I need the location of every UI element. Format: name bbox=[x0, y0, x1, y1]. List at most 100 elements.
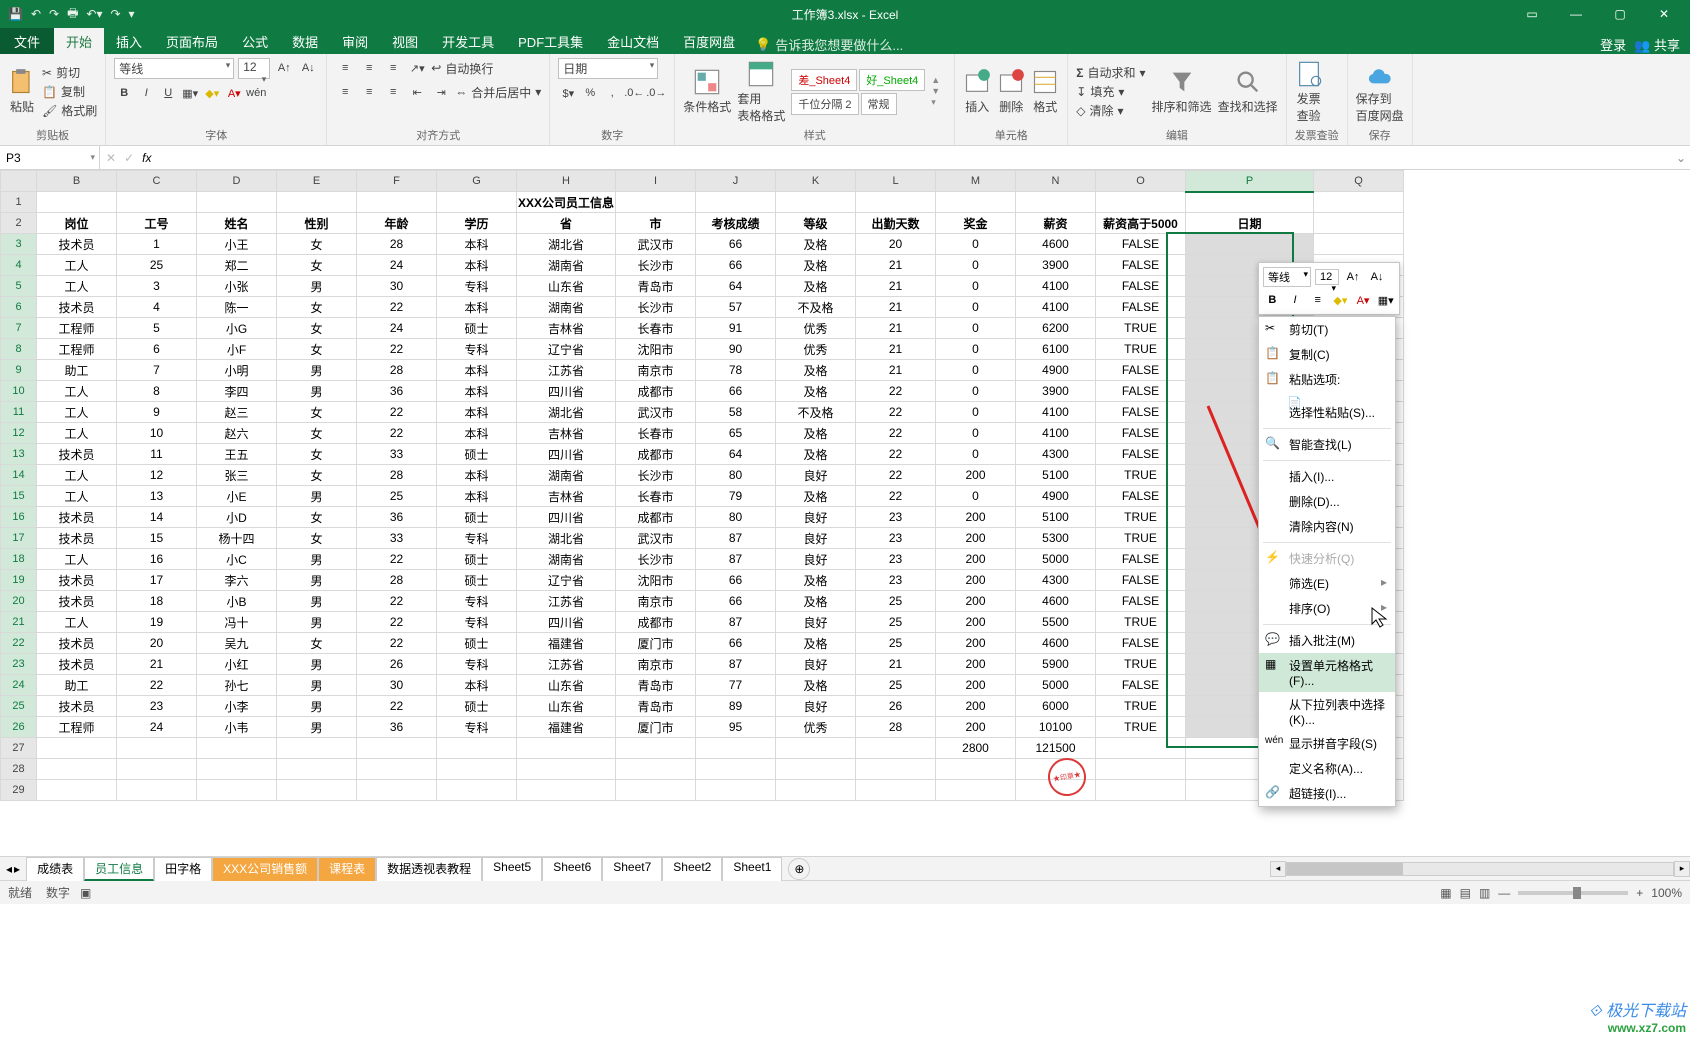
cell-L28[interactable] bbox=[856, 759, 936, 780]
sheet-tab-7[interactable]: Sheet6 bbox=[542, 857, 602, 881]
cell-I25[interactable]: 青岛市 bbox=[616, 696, 696, 717]
cell-J27[interactable] bbox=[696, 738, 776, 759]
cell-O17[interactable]: TRUE bbox=[1096, 528, 1186, 549]
ctx-smart-lookup[interactable]: 🔍智能查找(L) bbox=[1259, 432, 1395, 457]
cell-C28[interactable] bbox=[117, 759, 197, 780]
cell-M28[interactable] bbox=[936, 759, 1016, 780]
cell-L21[interactable]: 25 bbox=[856, 612, 936, 633]
ctx-clear[interactable]: 清除内容(N) bbox=[1259, 514, 1395, 539]
cell-Q3[interactable] bbox=[1314, 234, 1404, 255]
cell-E4[interactable]: 女 bbox=[277, 255, 357, 276]
ctx-cut[interactable]: ✂剪切(T) bbox=[1259, 317, 1395, 342]
cell-O12[interactable]: FALSE bbox=[1096, 423, 1186, 444]
cell-E24[interactable]: 男 bbox=[277, 675, 357, 696]
cell-M23[interactable]: 200 bbox=[936, 654, 1016, 675]
sheet-tab-3[interactable]: XXX公司销售额 bbox=[212, 857, 318, 881]
cell-J5[interactable]: 64 bbox=[696, 276, 776, 297]
cell-B19[interactable]: 技术员 bbox=[37, 570, 117, 591]
cell-E20[interactable]: 男 bbox=[277, 591, 357, 612]
cell-E2[interactable]: 性别 bbox=[277, 213, 357, 234]
cell-E12[interactable]: 女 bbox=[277, 423, 357, 444]
cell-G8[interactable]: 专科 bbox=[437, 339, 517, 360]
cell-G9[interactable]: 本科 bbox=[437, 360, 517, 381]
cell-L10[interactable]: 22 bbox=[856, 381, 936, 402]
cell-O22[interactable]: FALSE bbox=[1096, 633, 1186, 654]
row-header-23[interactable]: 23 bbox=[1, 654, 37, 675]
cell-E11[interactable]: 女 bbox=[277, 402, 357, 423]
cell-L15[interactable]: 22 bbox=[856, 486, 936, 507]
cell-G13[interactable]: 硕士 bbox=[437, 444, 517, 465]
cell-B26[interactable]: 工程师 bbox=[37, 717, 117, 738]
cell-F26[interactable]: 36 bbox=[357, 717, 437, 738]
mini-font-color-button[interactable]: A▾ bbox=[1354, 290, 1373, 310]
tab-home[interactable]: 开始 bbox=[54, 28, 104, 54]
cell-M13[interactable]: 0 bbox=[936, 444, 1016, 465]
cell-H4[interactable]: 湖南省 bbox=[517, 255, 616, 276]
cell-D6[interactable]: 陈一 bbox=[197, 297, 277, 318]
cell-H21[interactable]: 四川省 bbox=[517, 612, 616, 633]
cell-O24[interactable]: FALSE bbox=[1096, 675, 1186, 696]
mini-align-button[interactable]: ≡ bbox=[1308, 290, 1327, 310]
cell-F29[interactable] bbox=[357, 780, 437, 801]
row-header-17[interactable]: 17 bbox=[1, 528, 37, 549]
cell-F28[interactable] bbox=[357, 759, 437, 780]
cell-B4[interactable]: 工人 bbox=[37, 255, 117, 276]
cell-D4[interactable]: 郑二 bbox=[197, 255, 277, 276]
cell-G19[interactable]: 硕士 bbox=[437, 570, 517, 591]
cell-P1[interactable] bbox=[1186, 192, 1314, 213]
cell-K18[interactable]: 良好 bbox=[776, 549, 856, 570]
cell-I9[interactable]: 南京市 bbox=[616, 360, 696, 381]
ctx-pick-from-list[interactable]: 从下拉列表中选择(K)... bbox=[1259, 692, 1395, 731]
cell-F4[interactable]: 24 bbox=[357, 255, 437, 276]
cell-I7[interactable]: 长春市 bbox=[616, 318, 696, 339]
cell-L9[interactable]: 21 bbox=[856, 360, 936, 381]
comma-icon[interactable]: , bbox=[602, 83, 622, 103]
cell-G18[interactable]: 硕士 bbox=[437, 549, 517, 570]
cell-D3[interactable]: 小王 bbox=[197, 234, 277, 255]
cell-B7[interactable]: 工程师 bbox=[37, 318, 117, 339]
cell-K28[interactable] bbox=[776, 759, 856, 780]
cell-K25[interactable]: 良好 bbox=[776, 696, 856, 717]
cell-E8[interactable]: 女 bbox=[277, 339, 357, 360]
cell-E5[interactable]: 男 bbox=[277, 276, 357, 297]
cell-N14[interactable]: 5100 bbox=[1016, 465, 1096, 486]
align-top-icon[interactable]: ≡ bbox=[335, 58, 355, 78]
align-bottom-icon[interactable]: ≡ bbox=[383, 58, 403, 78]
cell-F16[interactable]: 36 bbox=[357, 507, 437, 528]
save-icon[interactable]: 💾 bbox=[8, 7, 23, 21]
cell-L1[interactable] bbox=[856, 192, 936, 213]
cell-C8[interactable]: 6 bbox=[117, 339, 197, 360]
cell-G28[interactable] bbox=[437, 759, 517, 780]
cell-F9[interactable]: 28 bbox=[357, 360, 437, 381]
ctx-filter[interactable]: 筛选(E)▸ bbox=[1259, 571, 1395, 596]
cell-G12[interactable]: 本科 bbox=[437, 423, 517, 444]
col-header-D[interactable]: D bbox=[197, 171, 277, 192]
cell-H25[interactable]: 山东省 bbox=[517, 696, 616, 717]
cell-M19[interactable]: 200 bbox=[936, 570, 1016, 591]
cell-N21[interactable]: 5500 bbox=[1016, 612, 1096, 633]
ctx-hyperlink[interactable]: 🔗超链接(I)... bbox=[1259, 781, 1395, 806]
cell-D26[interactable]: 小韦 bbox=[197, 717, 277, 738]
cell-H5[interactable]: 山东省 bbox=[517, 276, 616, 297]
cell-E3[interactable]: 女 bbox=[277, 234, 357, 255]
cell-M10[interactable]: 0 bbox=[936, 381, 1016, 402]
cell-B8[interactable]: 工程师 bbox=[37, 339, 117, 360]
cell-I20[interactable]: 南京市 bbox=[616, 591, 696, 612]
cell-J15[interactable]: 79 bbox=[696, 486, 776, 507]
cell-P3[interactable] bbox=[1186, 234, 1314, 255]
col-header-C[interactable]: C bbox=[117, 171, 197, 192]
cell-N13[interactable]: 4300 bbox=[1016, 444, 1096, 465]
row-header-28[interactable]: 28 bbox=[1, 759, 37, 780]
cell-O1[interactable] bbox=[1096, 192, 1186, 213]
row-header-22[interactable]: 22 bbox=[1, 633, 37, 654]
cell-O6[interactable]: FALSE bbox=[1096, 297, 1186, 318]
cell-C23[interactable]: 21 bbox=[117, 654, 197, 675]
cell-H17[interactable]: 湖北省 bbox=[517, 528, 616, 549]
ctx-insert[interactable]: 插入(I)... bbox=[1259, 464, 1395, 489]
cell-G2[interactable]: 学历 bbox=[437, 213, 517, 234]
cell-I24[interactable]: 青岛市 bbox=[616, 675, 696, 696]
cell-O5[interactable]: FALSE bbox=[1096, 276, 1186, 297]
row-header-7[interactable]: 7 bbox=[1, 318, 37, 339]
cell-N25[interactable]: 6000 bbox=[1016, 696, 1096, 717]
cell-M25[interactable]: 200 bbox=[936, 696, 1016, 717]
